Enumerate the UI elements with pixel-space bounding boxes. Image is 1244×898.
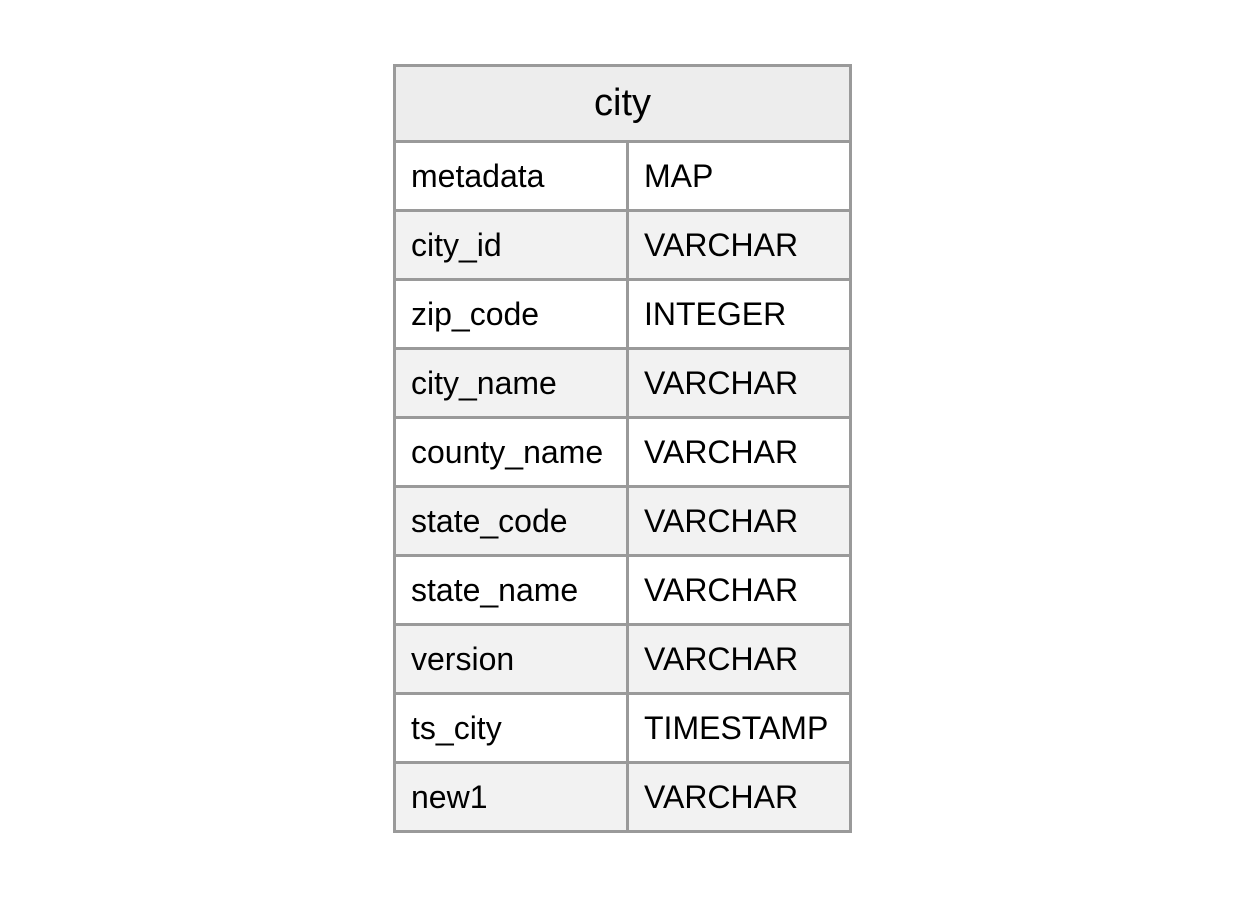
column-name: ts_city xyxy=(393,692,629,764)
table-row: state_code VARCHAR xyxy=(393,485,852,557)
column-name: county_name xyxy=(393,416,629,488)
table-row: metadata MAP xyxy=(393,140,852,212)
column-type: VARCHAR xyxy=(626,347,852,419)
table-row: version VARCHAR xyxy=(393,623,852,695)
column-type: VARCHAR xyxy=(626,416,852,488)
column-name: new1 xyxy=(393,761,629,833)
column-list: metadata MAP city_id VARCHAR zip_code INTEGER… xyxy=(393,140,852,833)
column-name: city_name xyxy=(393,347,629,419)
column-type: TIMESTAMP xyxy=(626,692,852,764)
column-type: VARCHAR xyxy=(626,209,852,281)
column-type: VARCHAR xyxy=(626,623,852,695)
column-name: state_name xyxy=(393,554,629,626)
column-name: metadata xyxy=(393,140,629,212)
column-name: version xyxy=(393,623,629,695)
table-row: state_name VARCHAR xyxy=(393,554,852,626)
column-name: city_id xyxy=(393,209,629,281)
table-row: new1 VARCHAR xyxy=(393,761,852,833)
table-title: city xyxy=(393,64,852,143)
entity-table-city: city metadata MAP city_id VARCHAR zip_code IN… xyxy=(393,64,852,833)
table-row: zip_code INTEGER xyxy=(393,278,852,350)
column-name: zip_code xyxy=(393,278,629,350)
table-row: ts_city TIMESTAMP xyxy=(393,692,852,764)
table-header-row: city xyxy=(393,64,852,143)
table-row: city_id VARCHAR xyxy=(393,209,852,281)
column-type: VARCHAR xyxy=(626,761,852,833)
table-row: county_name VARCHAR xyxy=(393,416,852,488)
column-type: MAP xyxy=(626,140,852,212)
column-type: VARCHAR xyxy=(626,554,852,626)
column-type: INTEGER xyxy=(626,278,852,350)
table-row: city_name VARCHAR xyxy=(393,347,852,419)
column-name: state_code xyxy=(393,485,629,557)
column-type: VARCHAR xyxy=(626,485,852,557)
